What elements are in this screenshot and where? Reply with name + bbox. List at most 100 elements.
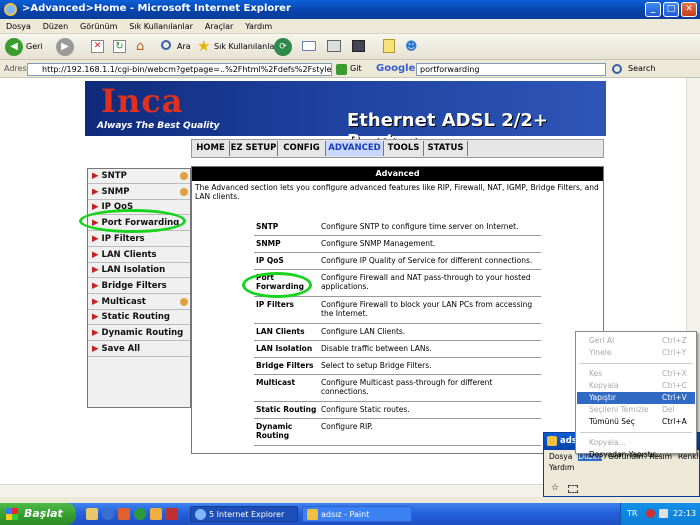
feature-name-link[interactable]: Static Routing [256, 405, 318, 414]
router-banner: Inca Always The Best Quality Ethernet AD… [85, 81, 606, 152]
taskbar-ie-icon [195, 509, 206, 520]
sidebar-arrow-icon: ▶ [92, 171, 99, 181]
window-titlebar[interactable]: >Advanced>Home - Microsoft Internet Expl… [0, 0, 700, 19]
paint-select-rect-icon[interactable] [568, 485, 578, 493]
google-logo: Google [376, 63, 416, 74]
language-indicator[interactable]: TR [627, 503, 637, 525]
menu-yardim[interactable]: Yardım [245, 19, 272, 34]
google-search-icon[interactable] [612, 64, 622, 74]
context-menu-item-yap-t-r[interactable]: Yapıştır Ctrl+V [577, 392, 695, 404]
nav-home[interactable]: HOME [192, 141, 230, 156]
print-icon[interactable] [327, 40, 341, 52]
sidebar-item-sntp[interactable]: ▶ SNTP [88, 169, 190, 184]
feature-name-link[interactable]: Multicast [256, 378, 318, 387]
sidebar-item-label: LAN Isolation [101, 265, 166, 276]
feature-name-link[interactable]: LAN Isolation [256, 344, 318, 353]
tray-network-icon[interactable] [659, 509, 668, 518]
table-row: Multicast Configure Multicast pass-throug… [254, 375, 541, 402]
context-menu-label: Seçileni Temizle [589, 405, 649, 414]
edit-icon[interactable] [352, 40, 365, 52]
feature-name-link[interactable]: IP QoS [256, 256, 318, 265]
paint-menu-dosya[interactable]: Dosya [549, 452, 572, 461]
feature-description: Configure SNTP to configure time server … [321, 222, 519, 231]
quicklaunch-ie-icon[interactable] [102, 508, 114, 520]
back-button-label[interactable]: Geri [26, 38, 43, 56]
feature-name-link[interactable]: LAN Clients [256, 327, 318, 336]
search-icon[interactable] [161, 40, 171, 50]
close-button[interactable]: ✕ [681, 2, 697, 17]
taskbar-ie-button[interactable]: 5 Internet Explorer [190, 506, 298, 522]
start-button[interactable]: Başlat [0, 503, 76, 525]
quicklaunch-app-icon[interactable] [150, 508, 162, 520]
context-menu-item-t-m-n-se[interactable]: Tümünü Seç Ctrl+A [577, 416, 695, 428]
context-menu-item-yinele[interactable]: Yinele Ctrl+Y [577, 347, 695, 359]
back-arrow-icon[interactable]: ◀ [5, 38, 23, 56]
messenger-note-icon[interactable] [383, 39, 395, 53]
sidebar-item-snmp[interactable]: ▶ SNMP [88, 185, 190, 200]
search-button-label[interactable]: Ara [177, 38, 191, 56]
nav-tools[interactable]: TOOLS [384, 141, 424, 156]
sidebar-item-multicast[interactable]: ▶ Multicast [88, 295, 190, 310]
nav-advanced[interactable]: ADVANCED [326, 141, 384, 156]
nav-config[interactable]: CONFIG [278, 141, 326, 156]
messenger-people-icon[interactable]: ☻ [405, 39, 418, 53]
feature-description: Configure Static routes. [321, 405, 410, 414]
favorites-star-icon[interactable]: ★ [197, 37, 210, 55]
windows-flag-icon [6, 508, 18, 520]
go-button-label[interactable]: Git [350, 64, 362, 73]
mail-icon[interactable] [302, 41, 316, 51]
context-menu-item-se-ileni-temizle[interactable]: Seçileni Temizle Del [577, 404, 695, 416]
sidebar-item-label: Static Routing [101, 312, 170, 323]
sidebar-item-static-routing[interactable]: ▶ Static Routing [88, 310, 190, 326]
nav-status[interactable]: STATUS [424, 141, 468, 156]
nav-ez-setup[interactable]: EZ SETUP [230, 141, 278, 156]
feature-name-link[interactable]: Bridge Filters [256, 361, 318, 370]
sidebar-item-lan-clients[interactable]: ▶ LAN Clients [88, 248, 190, 263]
address-input[interactable]: http://192.168.1.1/cgi-bin/webcm?getpage… [27, 63, 332, 76]
feature-name-link[interactable]: SNTP [256, 222, 318, 231]
home-icon[interactable]: ⌂ [136, 39, 144, 54]
stop-icon[interactable]: ✕ [91, 40, 104, 53]
google-search-input[interactable]: portforwarding [416, 63, 606, 76]
history-icon[interactable]: ⟳ [274, 38, 292, 56]
refresh-icon[interactable]: ↻ [113, 40, 126, 53]
sidebar-item-bridge-filters[interactable]: ▶ Bridge Filters [88, 279, 190, 294]
minimize-button[interactable]: _ [645, 2, 661, 17]
google-search-button[interactable]: Search [628, 64, 655, 73]
context-menu-shortcut: Ctrl+Z [662, 336, 687, 345]
feature-name-link[interactable]: SNMP [256, 239, 318, 248]
context-menu-item-kes[interactable]: Kes Ctrl+X [577, 368, 695, 380]
feature-name-link[interactable]: Dynamic Routing [256, 422, 318, 440]
quicklaunch-app2-icon[interactable] [166, 508, 178, 520]
context-menu-item-geri-al[interactable]: Geri Al Ctrl+Z [577, 335, 695, 347]
quicklaunch-messenger-icon[interactable] [134, 508, 146, 520]
quicklaunch-media-icon[interactable] [118, 508, 130, 520]
context-menu-item-kopyala[interactable]: Kopyala... [577, 437, 695, 449]
context-menu-shortcut: Ctrl+C [662, 381, 687, 390]
feature-description: Configure IP Quality of Service for diff… [321, 256, 533, 265]
go-arrow-icon[interactable] [336, 64, 347, 75]
paint-menu-yard-m[interactable]: Yardım [549, 463, 574, 472]
table-row: SNMP Configure SNMP Management. [254, 236, 541, 253]
menu-duzen[interactable]: Düzen [43, 19, 68, 34]
forward-arrow-icon[interactable]: ▶ [56, 38, 74, 56]
context-menu-item-dosyadan-yap-t-r[interactable]: Dosyadan Yapıştır... [577, 449, 695, 461]
menu-araclar[interactable]: Araçlar [205, 19, 233, 34]
maximize-button[interactable]: □ [663, 2, 679, 17]
sidebar-item-ip-filters[interactable]: ▶ IP Filters [88, 232, 190, 247]
taskbar-paint-button[interactable]: adsız - Paint [302, 506, 412, 522]
advanced-sidebar: ▶ SNTP ▶ SNMP ▶ IP QoS ▶ Port Forwarding ▶ IP Fil… [87, 168, 191, 408]
sidebar-item-save-all[interactable]: ▶ Save All [88, 342, 190, 357]
menu-dosya[interactable]: Dosya [6, 19, 31, 34]
menu-favorites[interactable]: Sık Kullanılanlar [129, 19, 193, 34]
table-row: IP QoS Configure IP Quality of Service fo… [254, 253, 541, 270]
sidebar-item-lan-isolation[interactable]: ▶ LAN Isolation [88, 263, 190, 279]
menu-gorunum[interactable]: Görünüm [80, 19, 117, 34]
sidebar-item-dynamic-routing[interactable]: ▶ Dynamic Routing [88, 326, 190, 341]
feature-name-link[interactable]: IP Filters [256, 300, 318, 309]
context-menu-item-kopyala[interactable]: Kopyala Ctrl+C [577, 380, 695, 392]
paint-select-star-icon[interactable]: ☆ [551, 483, 559, 493]
favorites-button-label[interactable]: Sık Kullanılanlar [214, 38, 278, 56]
quicklaunch-explorer-icon[interactable] [86, 508, 98, 520]
tray-antivirus-icon[interactable] [646, 509, 655, 518]
